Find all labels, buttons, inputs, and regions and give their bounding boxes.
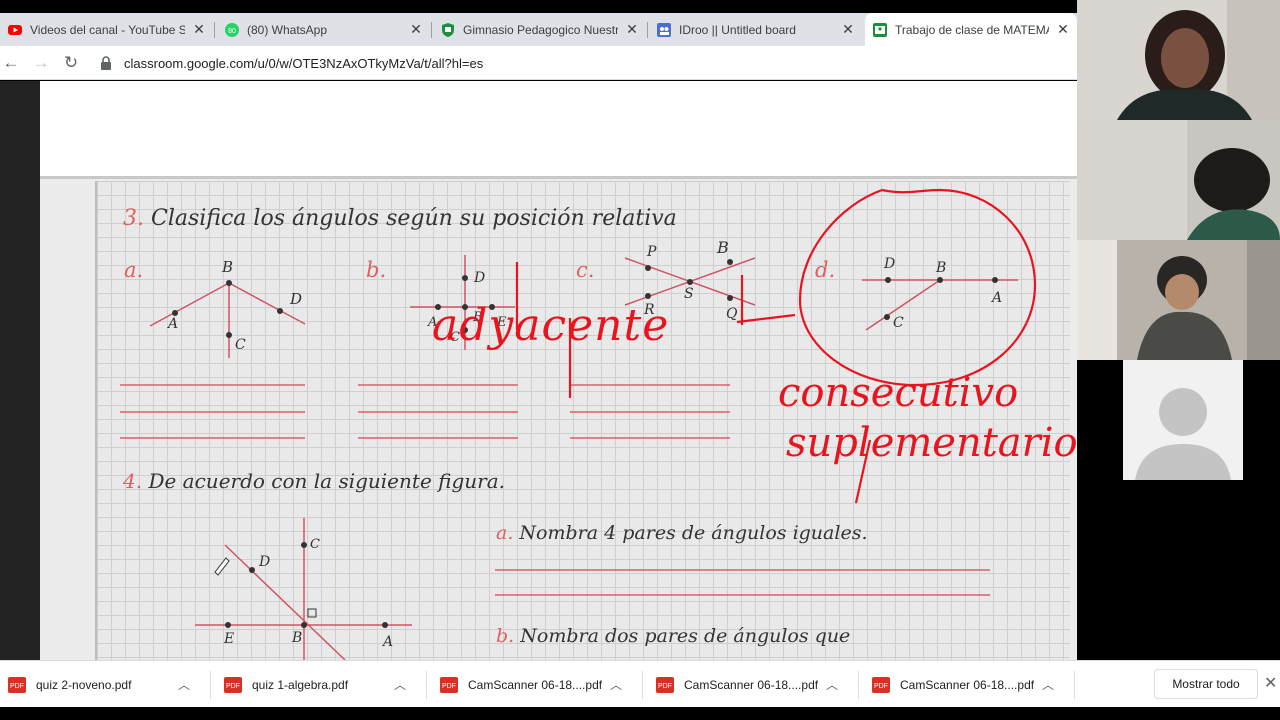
question-4-heading: 4. De acuerdo con la siguiente figura.	[123, 469, 505, 493]
label-d: d.	[815, 258, 836, 282]
chevron-up-icon[interactable]: ︿	[1042, 676, 1056, 693]
video-tile-participant-3[interactable]	[1077, 240, 1280, 360]
pdf-icon: PDF	[872, 676, 890, 693]
person-video	[1077, 0, 1280, 120]
pdf-icon: PDF	[656, 676, 674, 693]
svg-text:PDF: PDF	[874, 683, 888, 690]
point-label: C	[310, 537, 320, 552]
question-4b: b. Nombra dos pares de ángulos que	[496, 625, 851, 647]
download-separator	[210, 671, 211, 699]
circle-annotation	[798, 188, 1037, 387]
pdf-icon: PDF	[224, 676, 242, 693]
point-label: D	[259, 554, 271, 570]
label-b: b.	[366, 258, 387, 282]
chevron-up-icon[interactable]: ︿	[610, 676, 624, 693]
point-label: D	[290, 290, 303, 308]
point-label: Q	[726, 306, 738, 322]
annotation-adyacente: adyacente	[432, 300, 670, 351]
pdf-icon: PDF	[8, 676, 26, 693]
pdf-icon: PDF	[440, 676, 458, 693]
download-separator	[642, 671, 643, 699]
video-tile-participant-1[interactable]	[1077, 0, 1280, 120]
download-item[interactable]: PDF CamScanner 06-18....pdf ︿	[864, 661, 1074, 708]
downloads-bar: PDF quiz 2-noveno.pdf ︿ PDF quiz 1-algeb…	[0, 660, 1280, 707]
point-label: B	[717, 238, 729, 257]
svg-text:PDF: PDF	[226, 683, 240, 690]
download-separator	[858, 671, 859, 699]
download-separator	[426, 671, 427, 699]
pen-cursor-icon	[214, 557, 230, 576]
point-label: B	[292, 630, 303, 646]
chevron-up-icon[interactable]: ︿	[826, 676, 840, 693]
video-tile-participant-4[interactable]	[1123, 360, 1243, 480]
point-label: C	[893, 315, 904, 331]
point-label: D	[474, 270, 486, 286]
video-tile-participant-2[interactable]	[1077, 120, 1280, 240]
point-label: A	[383, 634, 394, 650]
annotation-consecutivo: consecutivo	[778, 370, 1019, 416]
question-3-heading: 3. Clasifica los ángulos según su posici…	[123, 206, 677, 231]
show-all-button[interactable]: Mostrar todo	[1154, 669, 1258, 699]
chevron-up-icon[interactable]: ︿	[178, 676, 192, 693]
point-label: E	[224, 631, 235, 647]
label-c: c.	[576, 258, 595, 282]
download-item[interactable]: PDF CamScanner 06-18....pdf ︿	[432, 661, 642, 708]
label-a: a.	[124, 258, 144, 282]
annotation-suplementario: suplementario	[786, 420, 1077, 466]
close-icon[interactable]: ✕	[1264, 673, 1277, 693]
svg-text:PDF: PDF	[10, 683, 24, 690]
download-item[interactable]: PDF quiz 1-algebra.pdf ︿	[216, 661, 426, 708]
point-label: C	[235, 337, 246, 353]
point-label: A	[992, 290, 1003, 306]
person-video	[1077, 240, 1280, 360]
chevron-up-icon[interactable]: ︿	[394, 676, 408, 693]
download-item[interactable]: PDF quiz 2-noveno.pdf ︿	[0, 661, 210, 708]
point-label: P	[647, 244, 657, 260]
point-label: A	[168, 316, 179, 332]
question-4a: a. Nombra 4 pares de ángulos iguales.	[496, 522, 868, 544]
svg-text:PDF: PDF	[658, 683, 672, 690]
point-label: S	[684, 286, 694, 302]
download-item[interactable]: PDF CamScanner 06-18....pdf ︿	[648, 661, 858, 708]
point-label: D	[884, 256, 896, 272]
person-video	[1077, 120, 1280, 240]
download-separator	[1074, 671, 1075, 699]
svg-text:PDF: PDF	[442, 683, 456, 690]
avatar-placeholder-icon	[1123, 360, 1243, 480]
point-label: B	[222, 258, 234, 276]
screen: Videos del canal - YouTube Stu ✕ 80 (80)…	[0, 0, 1280, 720]
point-label: B	[936, 260, 947, 276]
